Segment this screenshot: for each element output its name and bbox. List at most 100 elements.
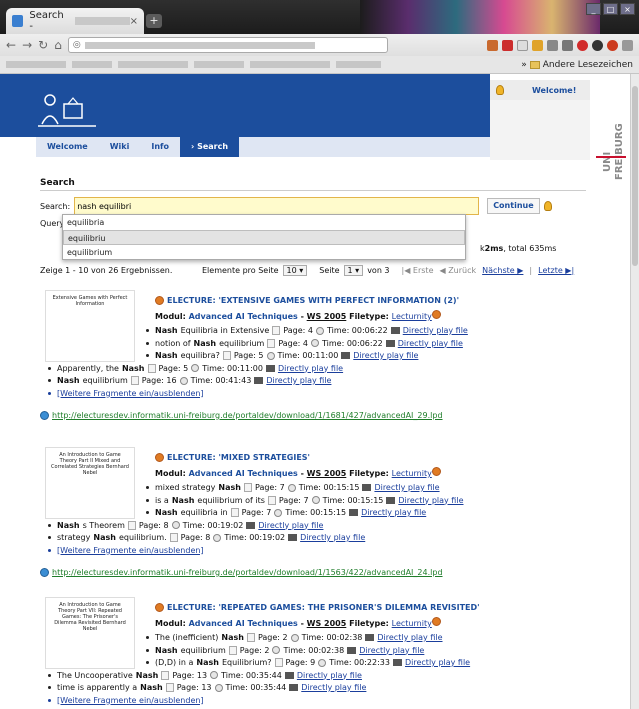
- result-thumbnail[interactable]: An Introduction to Game Theory Part VII:…: [45, 597, 135, 669]
- binoculars-icon: [392, 659, 402, 666]
- play-file-link[interactable]: Directly play file: [403, 326, 468, 335]
- result-url[interactable]: http://electuresdev.informatik.uni-freib…: [40, 411, 443, 420]
- minimize-icon[interactable]: _: [586, 3, 601, 15]
- extension-icon[interactable]: [487, 39, 498, 51]
- prev-page-link[interactable]: ◀ Zurück: [440, 266, 477, 275]
- extension-icon[interactable]: [532, 39, 543, 51]
- maximize-icon[interactable]: □: [603, 3, 618, 15]
- play-file-link[interactable]: Directly play file: [297, 671, 362, 680]
- play-file-link[interactable]: Directly play file: [405, 658, 470, 667]
- extension-icon[interactable]: [562, 39, 573, 51]
- nav-welcome[interactable]: Welcome: [36, 137, 99, 157]
- bookmark-blurred[interactable]: [6, 61, 66, 68]
- extension-icon[interactable]: [547, 39, 558, 51]
- nav-info[interactable]: Info: [140, 137, 180, 157]
- bookmark-blurred[interactable]: [118, 61, 188, 68]
- nav-search[interactable]: › Search: [180, 137, 240, 157]
- play-file-link[interactable]: Directly play file: [353, 351, 418, 360]
- extension-icon[interactable]: [577, 39, 588, 51]
- result-title-text[interactable]: ELECTURE: 'REPEATED GAMES: THE PRISONER'…: [167, 603, 480, 612]
- bookmark-blurred[interactable]: [336, 61, 381, 68]
- search-input[interactable]: [74, 197, 480, 215]
- tab-close-icon[interactable]: ×: [130, 16, 138, 27]
- star-icon[interactable]: [517, 39, 528, 51]
- result-url-link[interactable]: http://electuresdev.informatik.uni-freib…: [52, 568, 443, 577]
- section-title: Search: [40, 178, 75, 188]
- clock-icon: [214, 683, 223, 692]
- filetype-link[interactable]: Lecturnity: [392, 312, 432, 321]
- result-title[interactable]: ELECTURE: 'EXTENSIVE GAMES WITH PERFECT …: [155, 296, 459, 305]
- filetype-label: Filetype:: [346, 312, 392, 321]
- bookmark-blurred[interactable]: [250, 61, 330, 68]
- toggle-fragments-link[interactable]: [Weitere Fragmente ein/ausblenden]: [57, 389, 204, 398]
- nav-wiki[interactable]: Wiki: [99, 137, 141, 157]
- play-file-link[interactable]: Directly play file: [359, 646, 424, 655]
- extension-icon[interactable]: [607, 39, 618, 51]
- play-file-link[interactable]: Directly play file: [374, 483, 439, 492]
- extension-icon[interactable]: [592, 39, 603, 51]
- page-select[interactable]: 1 ▾: [343, 264, 364, 276]
- suggestion-item[interactable]: equilibrium: [63, 245, 465, 260]
- continue-button[interactable]: Continue: [487, 198, 540, 214]
- play-file-link[interactable]: Directly play file: [398, 339, 463, 348]
- home-icon[interactable]: ⌂: [54, 38, 62, 52]
- address-bar[interactable]: ◎: [67, 37, 388, 53]
- wrench-icon[interactable]: [622, 39, 633, 51]
- filetype-link[interactable]: Lecturnity: [392, 619, 432, 628]
- play-file-link[interactable]: Directly play file: [377, 633, 442, 642]
- filetype-link[interactable]: Lecturnity: [392, 469, 432, 478]
- help-lightbulb-icon[interactable]: [543, 201, 552, 211]
- window-controls: _ □ ×: [586, 3, 635, 15]
- fragment-time: Time: 00:35:44: [221, 670, 282, 680]
- toggle-fragments-link[interactable]: [Weitere Fragmente ein/ausblenden]: [57, 696, 204, 705]
- more-bookmarks-icon[interactable]: »: [521, 60, 527, 70]
- other-bookmarks[interactable]: » Andere Lesezeichen: [521, 60, 633, 70]
- play-file-link[interactable]: Directly play file: [398, 496, 463, 505]
- play-file-link[interactable]: Directly play file: [301, 683, 366, 692]
- modul-name[interactable]: Advanced AI Techniques: [189, 469, 298, 478]
- per-page-select[interactable]: 10 ▾: [282, 264, 308, 276]
- suggestion-item[interactable]: equilibria: [63, 215, 465, 230]
- fragment-text: The (inefficient): [155, 633, 219, 642]
- play-file-link[interactable]: Directly play file: [266, 376, 331, 385]
- toggle-fragments-link[interactable]: [Weitere Fragmente ein/ausblenden]: [57, 546, 204, 555]
- result-title[interactable]: ELECTURE: 'MIXED STRATEGIES': [155, 453, 310, 462]
- bookmark-blurred[interactable]: [194, 61, 244, 68]
- result-thumbnail[interactable]: Extensive Games with Perfect Information: [45, 290, 135, 362]
- back-icon[interactable]: ←: [6, 38, 16, 52]
- fragment-highlight: Nash: [155, 351, 178, 360]
- play-file-link[interactable]: Directly play file: [258, 521, 323, 530]
- last-page-link[interactable]: Letzte ▶|: [538, 266, 574, 275]
- result-title-text[interactable]: ELECTURE: 'EXTENSIVE GAMES WITH PERFECT …: [167, 296, 459, 305]
- result-url[interactable]: http://electuresdev.informatik.uni-freib…: [40, 568, 443, 577]
- play-file-link[interactable]: Directly play file: [278, 364, 343, 373]
- clock-icon: [318, 658, 327, 667]
- modul-name[interactable]: Advanced AI Techniques: [189, 619, 298, 628]
- fragment-text: time is apparently a: [57, 683, 138, 692]
- suggestion-item-selected[interactable]: equilibriu: [63, 230, 465, 245]
- play-file-link[interactable]: Directly play file: [300, 533, 365, 542]
- modul-name[interactable]: Advanced AI Techniques: [189, 312, 298, 321]
- fragment-page: Page: 8: [180, 533, 211, 542]
- first-page-link[interactable]: |◀ Erste: [402, 266, 434, 275]
- scrollbar-thumb[interactable]: [632, 86, 638, 266]
- fragment-text: Equilibria in Extensive: [180, 326, 270, 335]
- browser-tab[interactable]: Search - ×: [6, 8, 144, 34]
- play-file-link[interactable]: Directly play file: [361, 508, 426, 517]
- fragment-time: Time: 00:02:38: [301, 633, 363, 642]
- bookmark-blurred[interactable]: [72, 61, 112, 68]
- reload-icon[interactable]: ↻: [38, 38, 48, 52]
- search-label: Search:: [40, 201, 71, 211]
- forward-icon[interactable]: →: [22, 38, 32, 52]
- result-thumbnail[interactable]: An Introduction to Game Theory Part II M…: [45, 447, 135, 519]
- extension-icon[interactable]: [502, 39, 513, 51]
- page-icon: [161, 670, 170, 680]
- close-window-icon[interactable]: ×: [620, 3, 635, 15]
- next-page-link[interactable]: Nächste ▶: [482, 266, 523, 275]
- new-tab-button[interactable]: +: [146, 14, 162, 28]
- clock-icon: [210, 671, 219, 679]
- result-url-link[interactable]: http://electuresdev.informatik.uni-freib…: [52, 411, 443, 420]
- page-scrollbar[interactable]: [630, 74, 639, 709]
- result-title-text[interactable]: ELECTURE: 'MIXED STRATEGIES': [167, 453, 310, 462]
- result-title[interactable]: ELECTURE: 'REPEATED GAMES: THE PRISONER'…: [155, 603, 480, 612]
